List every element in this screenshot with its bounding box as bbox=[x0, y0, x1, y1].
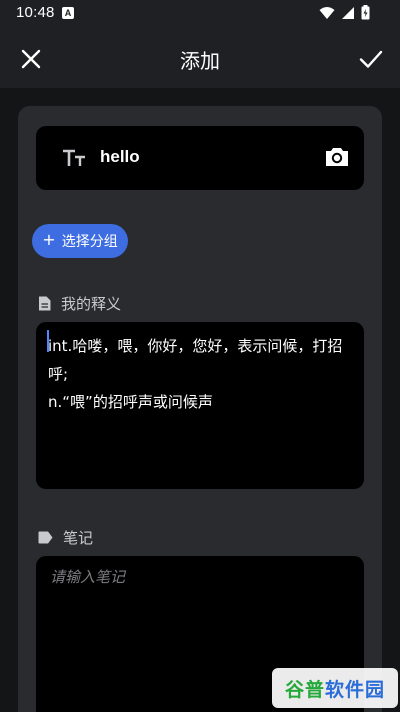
word-value[interactable]: hello bbox=[100, 147, 140, 167]
text-size-icon[interactable] bbox=[62, 148, 86, 168]
status-time: 10:48 bbox=[16, 4, 55, 21]
close-icon[interactable] bbox=[18, 46, 44, 72]
signal-icon bbox=[342, 6, 354, 19]
note-label: 笔记 bbox=[63, 529, 94, 547]
battery-icon bbox=[361, 5, 370, 20]
app-bar: 添加 bbox=[0, 28, 400, 88]
plus-icon: + bbox=[42, 230, 56, 249]
definition-value[interactable]: int.哈喽，喂，你好，您好，表示问候，打招呼; n.“喂”的招呼声或问候声 bbox=[48, 332, 354, 416]
status-bar: 10:48 A bbox=[0, 0, 400, 28]
word-input[interactable]: hello bbox=[36, 126, 364, 190]
watermark-part1: 谷普 bbox=[284, 678, 325, 701]
document-icon bbox=[39, 296, 51, 311]
label-icon bbox=[38, 531, 53, 544]
select-group-label: 选择分组 bbox=[61, 234, 118, 250]
select-group-button[interactable]: + 选择分组 bbox=[32, 224, 128, 258]
notification-icon: A bbox=[62, 7, 74, 19]
wifi-icon bbox=[319, 6, 335, 19]
definition-input[interactable]: int.哈喽，喂，你好，您好，表示问候，打招呼; n.“喂”的招呼声或问候声 bbox=[36, 322, 364, 489]
status-icons bbox=[319, 5, 370, 20]
text-cursor bbox=[47, 330, 49, 352]
note-placeholder: 请输入笔记 bbox=[50, 568, 126, 586]
check-icon[interactable] bbox=[358, 46, 384, 72]
watermark-logo: 谷普 软件园 bbox=[272, 668, 398, 708]
note-section-label: 笔记 bbox=[38, 527, 93, 548]
camera-icon[interactable] bbox=[324, 145, 350, 169]
definition-label: 我的释义 bbox=[61, 295, 122, 313]
definition-section-label: 我的释义 bbox=[38, 293, 121, 314]
add-word-screen: 10:48 A 添加 hello + 选择分组 我的释义 int.哈喽，喂，你好… bbox=[0, 0, 400, 712]
watermark-part2: 软件园 bbox=[325, 678, 386, 701]
page-title: 添加 bbox=[180, 49, 220, 73]
